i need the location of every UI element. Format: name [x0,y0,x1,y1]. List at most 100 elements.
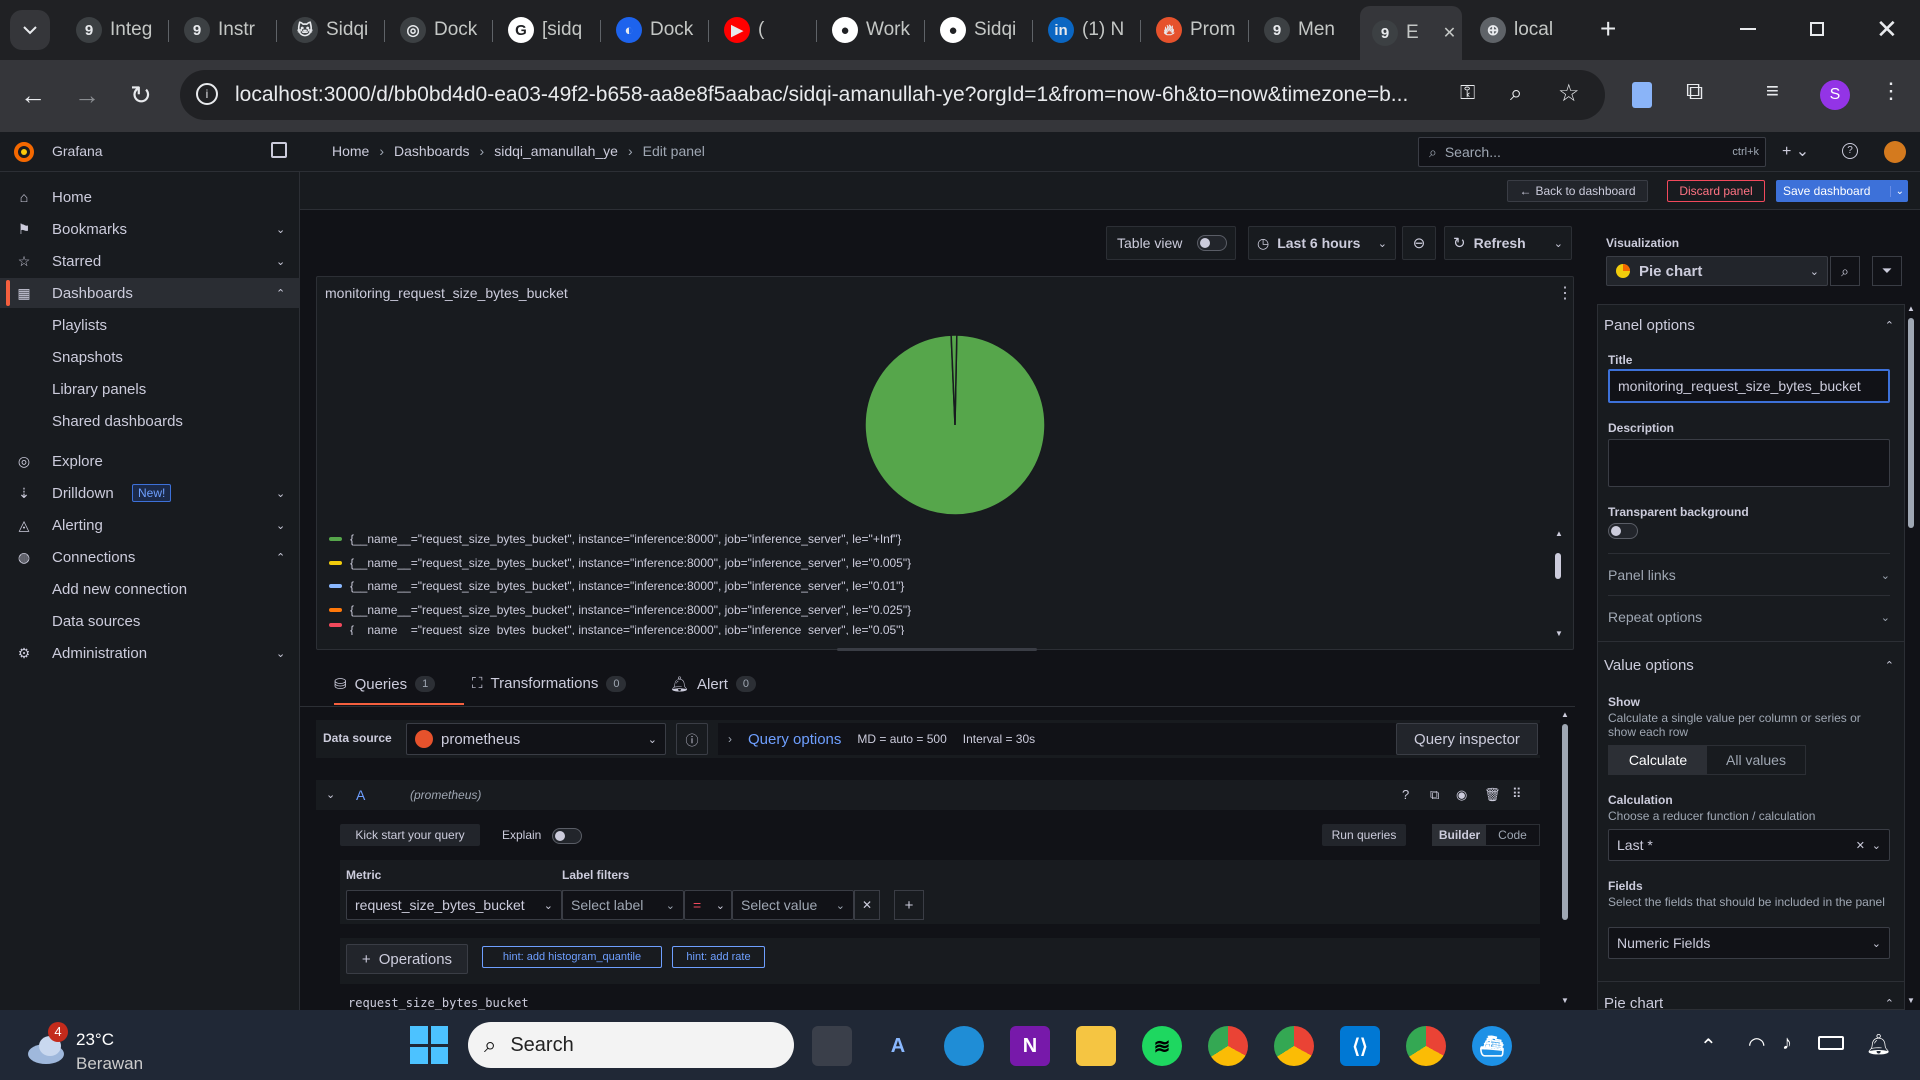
taskbar-search[interactable]: ⌕ Search [468,1022,794,1068]
close-window-button[interactable]: ✕ [1876,14,1898,45]
chevron-down-icon[interactable]: ⌄ [326,788,335,801]
browser-tab[interactable]: G [sidq [496,8,596,52]
zoom-out-button[interactable]: ⊖ [1402,226,1436,260]
notifications-icon[interactable]: 🔔︎ [1866,1032,1891,1057]
media-controls-icon[interactable]: ≡ [1766,78,1779,104]
browser-tab[interactable]: 🔥︎ Prom [1144,8,1244,52]
help-icon[interactable]: ? [1402,787,1409,802]
tab-transformations[interactable]: ⛶ Transformations 0 [472,675,627,692]
legend-item[interactable]: {__name__="request_size_bytes_bucket", i… [329,576,904,596]
sidebar-item-home[interactable]: ⌂ Home [0,182,300,212]
fields-select[interactable]: Numeric Fields ⌄ [1608,927,1890,959]
chrome-profile-2-icon[interactable] [1406,1026,1446,1066]
chrome-profile-icon[interactable] [1274,1026,1314,1066]
browser-menu-icon[interactable]: ⋮ [1880,78,1902,104]
browser-tab[interactable]: ● Work [820,8,920,52]
url-text[interactable]: localhost:3000/d/bb0bd4d0-ea03-49f2-b658… [235,83,1435,107]
legend-item[interactable]: {__name__="request_size_bytes_bucket", i… [329,623,904,635]
user-avatar[interactable] [1884,141,1906,163]
trash-icon[interactable]: 🗑︎ [1484,787,1501,803]
tray-chevron-icon[interactable]: ⌃ [1700,1034,1717,1059]
sidebar-item-add-new-connection[interactable]: Add new connection [0,574,300,604]
sidebar-item-shared-dashboards[interactable]: Shared dashboards [0,406,300,436]
browser-tab[interactable]: ⊕ local [1468,8,1568,52]
browser-tab[interactable]: ● Sidqi [928,8,1028,52]
breadcrumb-home[interactable]: Home [332,143,369,159]
panel-options-header[interactable]: Panel options ⌃ [1604,317,1894,334]
sidebar-item-explore[interactable]: ◎ Explore [0,446,300,476]
sidebar-item-starred[interactable]: ☆ Starred ⌄ [0,246,300,276]
chevron-up-icon[interactable]: ⌃ [276,551,285,564]
extension-icon[interactable] [1632,82,1652,108]
browser-tab[interactable]: ▶( [712,8,812,52]
save-dashboard-button[interactable]: Save dashboard ⌄ [1776,180,1908,202]
sidebar-item-connections[interactable]: ◍ Connections ⌃ [0,542,300,572]
table-view-switch[interactable] [1197,235,1227,251]
new-tab-button[interactable]: + [1600,14,1616,44]
chevron-down-icon[interactable]: ⌄ [1554,237,1563,250]
start-button[interactable] [410,1026,448,1064]
browser-tab[interactable]: 🐱︎ Sidqi [280,8,380,52]
sidebar-item-library-panels[interactable]: Library panels [0,374,300,404]
panel-resize-handle[interactable] [837,648,1037,651]
chevron-up-icon[interactable]: ⌃ [276,287,285,300]
sidebar-item-drilldown[interactable]: ⇣ Drilldown New! ⌄ [0,478,300,508]
builder-mode-button[interactable]: Builder [1433,825,1486,845]
copy-icon[interactable]: ⧉ [1430,787,1439,803]
sidebar-item-administration[interactable]: ⚙ Administration ⌄ [0,638,300,668]
sidebar-item-snapshots[interactable]: Snapshots [0,342,300,372]
repeat-options-header[interactable]: Repeat options ⌄ [1608,609,1890,625]
zoom-icon[interactable]: ⌕ [1510,80,1522,106]
legend-item[interactable]: {__name__="request_size_bytes_bucket", i… [329,600,911,620]
transparent-background-toggle[interactable] [1608,523,1638,539]
back-to-dashboard-button[interactable]: ← Back to dashboard [1507,180,1648,202]
sidebar-item-alerting[interactable]: ◬ Alerting ⌄ [0,510,300,540]
address-bar[interactable]: i localhost:3000/d/bb0bd4d0-ea03-49f2-b6… [180,70,1605,120]
code-mode-button[interactable]: Code [1486,825,1539,845]
legend-item[interactable]: {__name__="request_size_bytes_bucket", i… [329,529,901,549]
select-label-dropdown[interactable]: Select label ⌄ [562,890,684,920]
docker-icon[interactable]: ⛴ [1472,1026,1512,1066]
eye-icon[interactable]: ◉ [1456,787,1467,803]
profile-avatar[interactable]: S [1820,80,1850,110]
query-scrollbar[interactable]: ▲ ▼ [1560,710,1570,1012]
help-icon[interactable]: ⓘ [676,723,708,755]
wifi-icon[interactable]: ◠ [1748,1032,1765,1057]
dock-menu-icon[interactable] [271,142,287,158]
query-options-row[interactable]: › Query options MD = auto = 500 Interval… [718,723,1684,755]
breadcrumb-dashboards[interactable]: Dashboards [394,143,470,159]
browser-tab[interactable]: 9 E ✕ [1360,6,1462,60]
visualization-picker[interactable]: Pie chart ⌄ [1606,256,1828,286]
panel-menu-icon[interactable]: ⋮ [1557,283,1573,303]
reload-button[interactable]: ↻ [130,82,152,108]
browser-tab[interactable]: 9 Integ [64,8,164,52]
browser-tab[interactable]: 9 Men [1252,8,1352,52]
bookmark-star-icon[interactable]: ☆ [1558,79,1580,108]
calculation-select[interactable]: Last * ✕ ⌄ [1608,829,1890,861]
search-input[interactable]: ⌕ Search... ctrl+k [1418,137,1766,167]
calculate-option[interactable]: Calculate [1609,746,1707,774]
title-input[interactable]: monitoring_request_size_bytes_bucket [1608,369,1890,403]
back-button[interactable]: ← [20,82,46,108]
spotify-icon[interactable]: ≋ [1142,1026,1182,1066]
metric-select[interactable]: request_size_bytes_bucket ⌄ [346,890,562,920]
sidebar-item-bookmarks[interactable]: ⚑ Bookmarks ⌄ [0,214,300,244]
refresh-button[interactable]: ↻ Refresh ⌄ [1444,226,1572,260]
time-range-picker[interactable]: ◷ Last 6 hours ⌄ [1248,226,1396,260]
minimize-button[interactable] [1740,28,1756,30]
chevron-down-icon[interactable]: ⌄ [1889,185,1904,197]
hint-histogram-quantile[interactable]: hint: add histogram_quantile [482,946,662,968]
close-tab-icon[interactable]: ✕ [1443,23,1456,43]
battery-icon[interactable] [1818,1036,1844,1050]
chevron-down-icon[interactable]: ⌄ [276,487,285,500]
chevron-down-icon[interactable]: ⌄ [276,647,285,660]
browser-tab[interactable]: in (1) N [1036,8,1136,52]
operator-select[interactable]: = ⌄ [684,890,732,920]
drag-handle-icon[interactable]: ⠿ [1512,786,1522,802]
sidebar-item-data-sources[interactable]: Data sources [0,606,300,636]
password-key-icon[interactable]: ⚿ [1460,82,1475,105]
tab-search-button[interactable] [10,10,50,50]
edge-icon[interactable] [944,1026,984,1066]
table-view-toggle[interactable]: Table view [1106,226,1236,260]
site-info-icon[interactable]: i [196,83,218,105]
